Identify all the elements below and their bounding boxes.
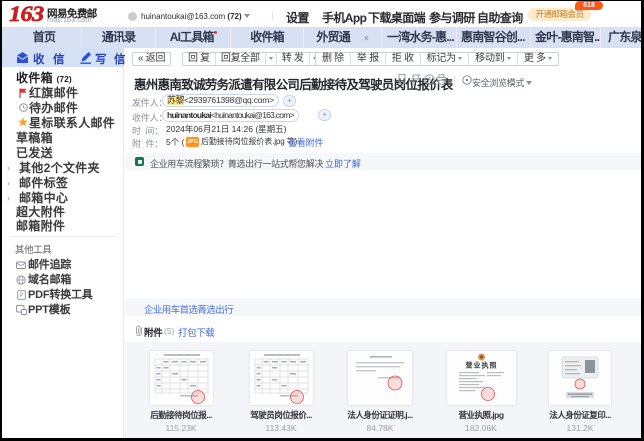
svg-text:P: P: [19, 293, 23, 299]
svg-text:营业执照: 营业执照: [465, 360, 497, 369]
